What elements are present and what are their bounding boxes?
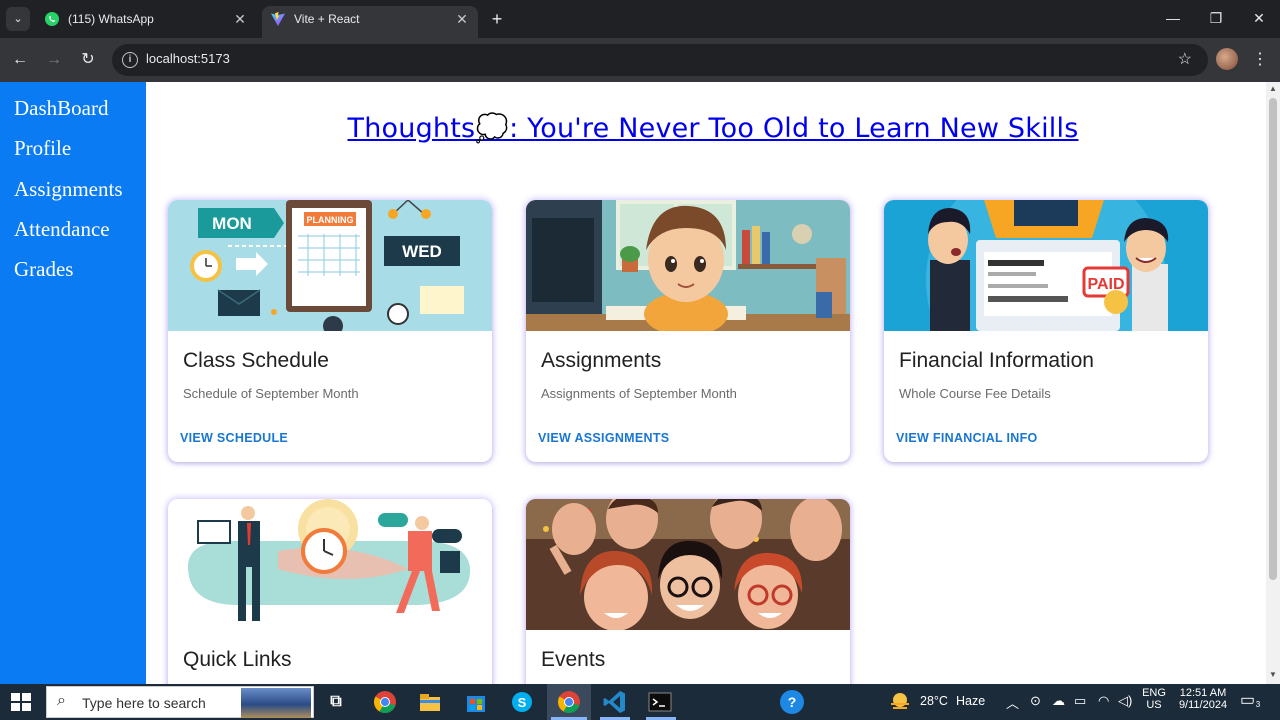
card-title: Assignments bbox=[541, 349, 662, 372]
minimize-icon[interactable]: — bbox=[1155, 6, 1191, 30]
scrollbar-thumb[interactable] bbox=[1269, 98, 1277, 580]
tab-whatsapp[interactable]: (115) WhatsApp ✕ bbox=[36, 6, 256, 38]
cloud-icon[interactable]: ☁ bbox=[1052, 693, 1065, 709]
close-icon[interactable]: ✕ bbox=[232, 6, 248, 32]
search-icon: ⌕ bbox=[57, 692, 66, 709]
web-page: DashBoard Profile Assignments Attendance… bbox=[0, 82, 1280, 684]
wifi-icon[interactable]: ◠ bbox=[1098, 693, 1109, 709]
vite-icon bbox=[271, 12, 285, 26]
windows-start-icon[interactable] bbox=[10, 692, 32, 712]
microsoft-store-icon[interactable] bbox=[462, 688, 490, 716]
tab-label: Vite + React bbox=[294, 12, 360, 26]
notifications-icon[interactable]: ▭ 3 bbox=[1240, 690, 1263, 712]
search-placeholder[interactable]: Type here to search bbox=[82, 695, 206, 711]
view-assignments-button[interactable]: VIEW ASSIGNMENTS bbox=[538, 431, 669, 445]
weather-temperature[interactable]: 28°C bbox=[920, 694, 948, 708]
card-title: Financial Information bbox=[899, 349, 1094, 372]
file-explorer-icon[interactable] bbox=[416, 688, 444, 716]
financial-information-image: PAID bbox=[884, 200, 1208, 331]
volume-icon[interactable]: ◁) bbox=[1118, 693, 1132, 709]
back-arrow-icon[interactable]: ← bbox=[8, 48, 32, 72]
skype-icon[interactable]: S bbox=[508, 688, 536, 716]
tab-label: (115) WhatsApp bbox=[68, 12, 154, 26]
language-code: ENG bbox=[1142, 687, 1166, 699]
sidebar-item-dashboard[interactable]: DashBoard bbox=[14, 96, 108, 121]
svg-text:PLANNING: PLANNING bbox=[307, 215, 354, 225]
search-highlight-image bbox=[241, 688, 311, 718]
assignments-image bbox=[526, 200, 850, 331]
sidebar: DashBoard Profile Assignments Attendance… bbox=[0, 82, 146, 684]
help-icon[interactable]: ? bbox=[780, 690, 804, 714]
page-scrollbar[interactable]: ▲ ▼ bbox=[1266, 82, 1280, 684]
terminal-icon[interactable] bbox=[646, 688, 674, 716]
sidebar-item-profile[interactable]: Profile bbox=[14, 136, 71, 161]
restore-icon[interactable]: ❐ bbox=[1198, 6, 1234, 30]
sidebar-item-grades[interactable]: Grades bbox=[14, 257, 73, 282]
browser-toolbar: ← → ↻ i localhost:5173 ☆ ⋮ bbox=[0, 38, 1280, 82]
forward-arrow-icon[interactable]: → bbox=[42, 48, 66, 72]
meet-now-icon[interactable]: ⊙ bbox=[1030, 693, 1041, 709]
reload-icon[interactable]: ↻ bbox=[76, 48, 100, 72]
quick-links-image bbox=[168, 499, 492, 630]
whatsapp-icon bbox=[45, 12, 59, 26]
site-info-icon[interactable]: i bbox=[122, 52, 138, 68]
tab-search-button[interactable]: ⌄ bbox=[6, 7, 30, 31]
language-indicator[interactable]: ENG US bbox=[1138, 687, 1170, 711]
card-events: Events bbox=[526, 499, 850, 684]
view-schedule-button[interactable]: VIEW SCHEDULE bbox=[180, 431, 288, 445]
browser-tab-bar: ⌄ (115) WhatsApp ✕ Vite + React ✕ + — ❐ … bbox=[0, 0, 1280, 38]
region-code: US bbox=[1146, 699, 1162, 711]
events-image bbox=[526, 499, 850, 630]
sidebar-item-assignments[interactable]: Assignments bbox=[14, 177, 123, 202]
tab-vite-react[interactable]: Vite + React ✕ bbox=[262, 6, 478, 38]
sidebar-item-attendance[interactable]: Attendance bbox=[14, 217, 110, 242]
window-close-icon[interactable]: ✕ bbox=[1241, 6, 1277, 30]
clock-date: 9/11/2024 bbox=[1178, 699, 1228, 711]
card-title: Quick Links bbox=[183, 648, 292, 671]
windows-taskbar: ⌕ Type here to search ⧉ S ? 28°C Haze ︿ … bbox=[0, 684, 1280, 720]
profile-avatar[interactable] bbox=[1216, 48, 1238, 70]
tray-chevron-up-icon[interactable]: ︿ bbox=[1006, 693, 1019, 712]
url-text[interactable]: localhost:5173 bbox=[146, 51, 230, 66]
clock[interactable]: 12:51 AM 9/11/2024 bbox=[1172, 687, 1234, 711]
vscode-icon[interactable] bbox=[601, 688, 629, 716]
chrome-icon[interactable] bbox=[371, 688, 399, 716]
more-menu-icon[interactable]: ⋮ bbox=[1250, 48, 1270, 72]
card-description: Whole Course Fee Details bbox=[899, 386, 1051, 401]
taskbar-search-box[interactable]: ⌕ Type here to search bbox=[46, 686, 314, 718]
thought-of-the-day-link[interactable]: Thoughts💭: You're Never Too Old to Learn… bbox=[160, 112, 1266, 144]
new-tab-button[interactable]: + bbox=[486, 8, 508, 30]
notification-count: 3 bbox=[1253, 700, 1263, 709]
battery-icon[interactable]: ▭ bbox=[1074, 693, 1086, 709]
close-icon[interactable]: ✕ bbox=[454, 6, 470, 32]
card-assignments: Assignments Assignments of September Mon… bbox=[526, 200, 850, 462]
svg-text:MON: MON bbox=[212, 214, 252, 233]
address-bar[interactable]: i localhost:5173 ☆ bbox=[112, 44, 1208, 76]
svg-text:S: S bbox=[518, 695, 527, 710]
weather-condition[interactable]: Haze bbox=[956, 694, 985, 708]
clock-time: 12:51 AM bbox=[1179, 687, 1227, 699]
chrome-active-icon[interactable] bbox=[555, 688, 583, 716]
svg-text:WED: WED bbox=[402, 242, 442, 261]
view-financial-info-button[interactable]: VIEW FINANCIAL INFO bbox=[896, 431, 1038, 445]
card-quick-links: Quick Links bbox=[168, 499, 492, 684]
scroll-up-arrow-icon[interactable]: ▲ bbox=[1269, 84, 1277, 93]
task-view-icon[interactable]: ⧉ bbox=[322, 688, 350, 716]
card-title: Class Schedule bbox=[183, 349, 329, 372]
card-description: Schedule of September Month bbox=[183, 386, 359, 401]
class-schedule-image: MON PLANNING WED bbox=[168, 200, 492, 331]
card-description: Assignments of September Month bbox=[541, 386, 737, 401]
card-title: Events bbox=[541, 648, 606, 671]
bookmark-star-icon[interactable]: ☆ bbox=[1178, 49, 1192, 69]
weather-haze-icon[interactable] bbox=[888, 688, 912, 716]
scroll-down-arrow-icon[interactable]: ▼ bbox=[1269, 670, 1277, 679]
card-financial-information: PAID Financial Information Whole Course … bbox=[884, 200, 1208, 462]
card-class-schedule: MON PLANNING WED Class Schedule Schedule… bbox=[168, 200, 492, 462]
